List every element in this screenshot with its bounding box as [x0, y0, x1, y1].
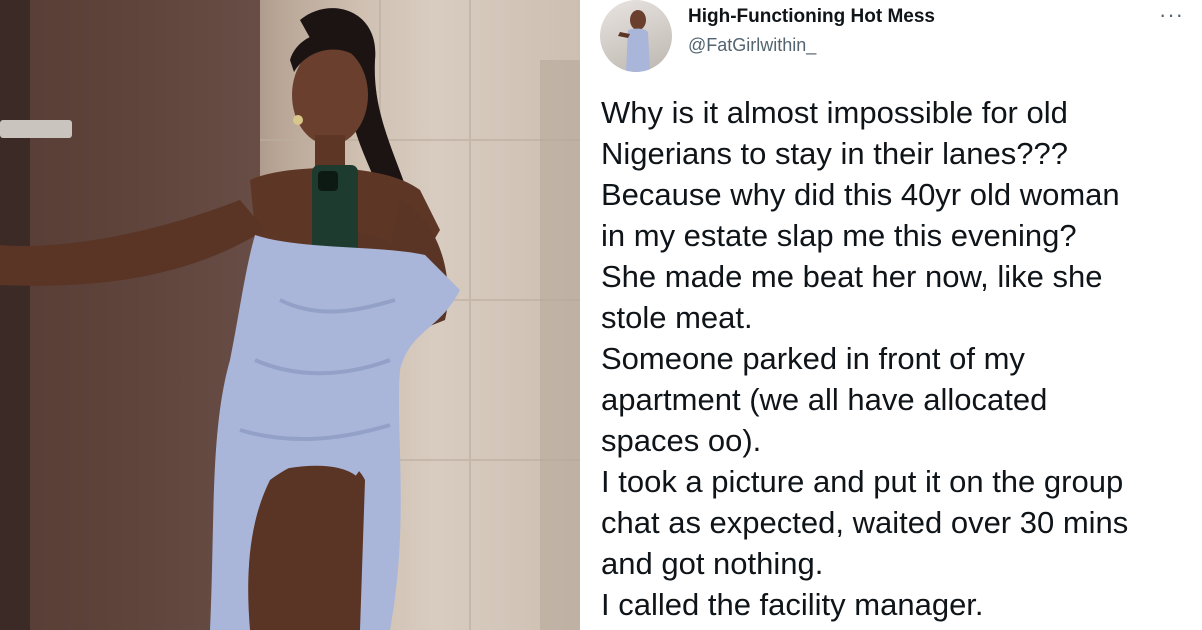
tweet-card: High-Functioning Hot Mess @FatGirlwithin…	[580, 0, 1202, 630]
tweet-text: Why is it almost impossible for old Nige…	[601, 95, 1129, 622]
mirror-selfie-photo	[0, 0, 580, 630]
display-name[interactable]: High-Functioning Hot Mess	[688, 6, 935, 28]
profile-avatar[interactable]	[600, 0, 672, 72]
more-horizontal-icon[interactable]: ···	[1159, 2, 1184, 28]
photo-illustration	[0, 0, 580, 630]
avatar-image	[618, 10, 650, 72]
user-handle[interactable]: @FatGirlwithin_	[688, 35, 816, 56]
